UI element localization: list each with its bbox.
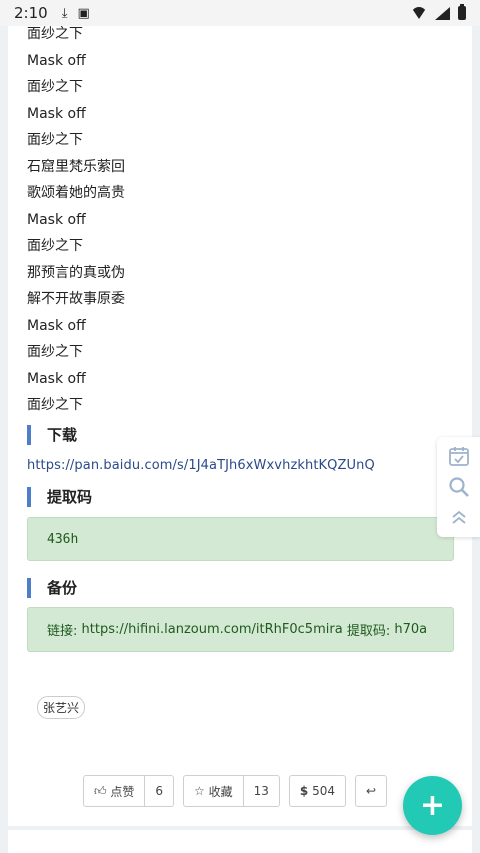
extract-code-heading: 提取码 xyxy=(27,486,92,507)
lyric-line: 那预言的真或伪 xyxy=(27,264,125,281)
download-heading: 下载 xyxy=(27,424,77,445)
favorite-button[interactable]: ☆ 收藏 13 xyxy=(183,775,280,807)
thumbs-up-icon: 👍︎ xyxy=(94,783,107,798)
lyric-line: 歌颂着她的高贵 xyxy=(27,185,125,201)
wifi-icon xyxy=(411,7,427,19)
backup-code-value: h70a xyxy=(394,622,428,637)
lyric-line: 解不开故事原委 xyxy=(27,291,125,307)
lyric-line: 面纱之下 xyxy=(27,79,83,95)
lyrics-block: 面纱之下 Mask off 面纱之下 Mask off 面纱之下 石窟里梵乐萦回… xyxy=(8,26,472,424)
backup-code-label: 提取码: xyxy=(346,624,391,639)
download-icon: ⤓ xyxy=(61,5,68,21)
star-icon: ☆ xyxy=(194,784,205,798)
back-to-top-icon[interactable] xyxy=(447,506,471,530)
backup-heading: 备份 xyxy=(27,577,77,598)
artist-tag[interactable]: 张艺兴 xyxy=(37,696,86,719)
post-card: 面纱之下 Mask off 面纱之下 Mask off 面纱之下 石窟里梵乐萦回… xyxy=(8,26,472,826)
lanzou-link[interactable]: https://hifini.lanzoum.com/itRhF0c5mira xyxy=(82,622,343,637)
lyric-line: Mask off xyxy=(27,105,86,122)
lyric-line: 面纱之下 xyxy=(27,397,83,413)
lyric-line: Mask off xyxy=(27,52,86,69)
reply-button[interactable]: ↩︎ xyxy=(355,775,388,807)
add-fab-button[interactable]: + xyxy=(403,776,462,835)
search-icon[interactable] xyxy=(447,475,471,499)
coin-button[interactable]: $ 504 xyxy=(288,775,347,807)
dollar-icon: $ xyxy=(299,784,309,798)
baidu-pan-link[interactable]: https://pan.baidu.com/s/1J4aTJh6xWxvhzkh… xyxy=(27,458,375,473)
lyric-line: 面纱之下 xyxy=(27,26,83,42)
lyric-line: 面纱之下 xyxy=(27,344,83,360)
favorite-count: 13 xyxy=(242,776,279,806)
lyric-line: 面纱之下 xyxy=(27,132,83,148)
like-label: 点赞 xyxy=(110,784,135,799)
calendar-check-icon[interactable] xyxy=(447,444,471,468)
side-tools xyxy=(437,437,480,537)
extract-code-heading-text: 提取码 xyxy=(47,488,93,506)
download-heading-text: 下载 xyxy=(47,426,78,444)
signal-icon xyxy=(435,6,450,20)
backup-box: 链接: https://hifini.lanzoum.com/itRhF0c5m… xyxy=(27,607,454,652)
lyric-line: Mask off xyxy=(27,317,86,334)
heading-accent-bar xyxy=(27,486,31,507)
backup-heading-text: 备份 xyxy=(47,579,78,597)
battery-icon xyxy=(458,4,466,20)
backup-link-label: 链接: xyxy=(47,624,78,639)
lyric-line: 石窟里梵乐萦回 xyxy=(27,158,125,175)
like-button[interactable]: 👍︎ 点赞 6 xyxy=(83,775,175,807)
like-count: 6 xyxy=(144,776,173,806)
extract-code-box[interactable]: 436h xyxy=(27,517,454,561)
reply-icon: ↩︎ xyxy=(366,784,377,798)
status-time: 2:10 xyxy=(14,4,48,22)
extract-code-value: 436h xyxy=(47,531,79,547)
lyric-line: Mask off xyxy=(27,211,86,228)
plus-icon: + xyxy=(419,788,446,823)
post-actions: 👍︎ 点赞 6 ☆ 收藏 13 $ 504 ↩︎ xyxy=(83,775,388,807)
a-icon: ▣ xyxy=(77,5,90,21)
lyric-line: 面纱之下 xyxy=(27,238,83,254)
lyric-line: Mask off xyxy=(27,370,86,387)
heading-accent-bar xyxy=(27,424,31,445)
favorite-label: 收藏 xyxy=(208,784,233,799)
status-bar: 2:10 ⤓ ▣ xyxy=(0,0,480,26)
like-part: 👍︎ 点赞 xyxy=(84,776,144,806)
heading-accent-bar xyxy=(27,577,31,598)
coin-value: 504 xyxy=(312,784,336,798)
next-card-peek xyxy=(8,830,472,853)
favorite-part: ☆ 收藏 xyxy=(184,776,243,806)
